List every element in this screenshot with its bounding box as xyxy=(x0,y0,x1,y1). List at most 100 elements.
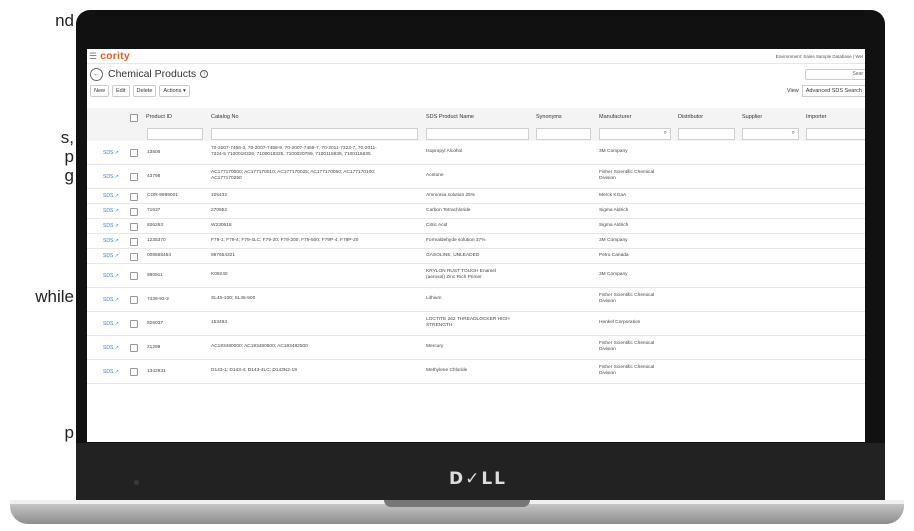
catalog-no-cell-line: AC193480000; AC193480500; AC193482500 xyxy=(211,344,308,350)
sds-link[interactable]: SDS ↗ xyxy=(103,208,119,214)
sds-link-label: SDS xyxy=(103,193,114,199)
column-header[interactable]: Catalog No xyxy=(211,114,239,120)
manufacturer-cell: Fisher Scientific Chemical Division xyxy=(599,170,679,183)
row-checkbox[interactable] xyxy=(130,344,138,352)
manufacturer-cell-line: Sigma Aldrich xyxy=(599,207,629,213)
external-link-icon: ↗ xyxy=(114,344,119,351)
sds-product-name-cell: Isopropyl Alcohol xyxy=(426,149,531,155)
filter-input[interactable] xyxy=(211,128,418,140)
new-button[interactable]: New xyxy=(90,85,110,97)
side-text-fragment: s, xyxy=(60,128,74,147)
sds-link[interactable]: SDS ↗ xyxy=(103,223,119,229)
manufacturer-cell: 3M Company xyxy=(599,149,679,155)
row-checkbox[interactable] xyxy=(130,272,138,280)
brand-logo[interactable]: cority xyxy=(100,50,130,62)
column-header[interactable]: Supplier xyxy=(742,114,762,120)
sds-link[interactable]: SDS ↗ xyxy=(103,174,119,180)
back-arrow-icon[interactable]: ← xyxy=(90,67,103,81)
search-icon[interactable]: ⌕ xyxy=(792,130,795,137)
product-id-cell: 71637 xyxy=(147,208,161,213)
filter-input[interactable] xyxy=(147,128,203,140)
table-row[interactable]: SDS ↗ COR-9999001 105432 Ammonia solution 2… xyxy=(87,189,865,204)
row-checkbox[interactable] xyxy=(130,173,138,181)
table-row[interactable]: SDS ↗ 826037 153483 LOCTITE 262 THREADLOCKE… xyxy=(87,312,865,336)
column-header[interactable]: SDS Product Name xyxy=(426,114,474,120)
column-header[interactable]: Importer xyxy=(806,114,826,120)
sds-link[interactable]: SDS ↗ xyxy=(103,253,119,259)
sds-link[interactable]: SDS ↗ xyxy=(103,238,119,244)
filter-input[interactable]: ⌕ xyxy=(742,128,799,140)
sds-link[interactable]: SDS ↗ xyxy=(103,150,119,156)
catalog-no-cell: 153483 xyxy=(211,320,423,326)
toolbar: New Edit Delete Actions ▾ View Advanced … xyxy=(87,84,865,98)
search-box[interactable]: Sear xyxy=(805,68,865,80)
product-id-cell: 1235370 xyxy=(147,238,166,243)
select-all-checkbox[interactable] xyxy=(130,114,138,122)
table-row[interactable]: SDS ↗ 13506 70-2007-7456-3, 70-2007-7458-9… xyxy=(87,141,865,165)
row-checkbox[interactable] xyxy=(130,252,138,261)
table-row[interactable]: SDS ↗ 43798 AC177170000; AC177170010; AC17… xyxy=(87,165,865,189)
sds-product-name-cell-line: Citric Acid xyxy=(426,222,448,228)
external-link-icon: ↗ xyxy=(114,320,119,327)
manufacturer-cell-line: Henkel Corporation xyxy=(599,320,641,326)
view-select[interactable]: Advanced SDS Search xyxy=(801,85,865,97)
sds-link[interactable]: SDS ↗ xyxy=(103,369,119,375)
external-link-icon: ↗ xyxy=(114,223,119,229)
sds-link[interactable]: SDS ↗ xyxy=(103,321,119,327)
row-checkbox[interactable] xyxy=(130,320,138,328)
view-label: View xyxy=(786,88,799,94)
filter-input[interactable]: ⌕ xyxy=(599,128,671,140)
sds-link[interactable]: SDS ↗ xyxy=(103,345,119,351)
column-header[interactable]: Product ID xyxy=(146,114,172,120)
side-text-fragment: nd xyxy=(55,11,74,30)
manufacturer-cell: Fisher Scientific Chemical Division xyxy=(599,365,679,378)
edit-button[interactable]: Edit xyxy=(112,85,130,97)
table-row[interactable]: SDS ↗ 1235370 F79-1; F79-4; F79-4LC; F79-2… xyxy=(87,234,865,249)
table-row[interactable]: SDS ↗ 008565454 987654321 GASOLINE, UNLEADE… xyxy=(87,249,865,264)
sds-link[interactable]: SDS ↗ xyxy=(103,273,119,279)
table-row[interactable]: SDS ↗ 980911 K09240 KRYLON RUST TOUGH Ename… xyxy=(87,264,865,288)
row-checkbox[interactable] xyxy=(130,222,138,231)
actions-dropdown[interactable]: Actions ▾ xyxy=(159,85,190,97)
table-row[interactable]: SDS ↗ 7439-93-2 SL45-100; SL45-500 Lithium F… xyxy=(87,288,865,312)
column-header[interactable]: Distributor xyxy=(678,114,703,120)
row-checkbox[interactable] xyxy=(130,237,138,246)
filter-input[interactable] xyxy=(536,128,591,140)
column-header[interactable]: Synonyms xyxy=(536,114,562,120)
filter-input[interactable] xyxy=(678,128,735,140)
hamburger-menu-icon[interactable]: ☰ xyxy=(87,51,100,62)
row-checkbox[interactable] xyxy=(130,207,138,216)
row-checkbox[interactable] xyxy=(130,296,138,304)
column-header[interactable]: Manufacturer xyxy=(599,114,631,120)
background-slide-text: nd s, p g while p xyxy=(0,0,74,531)
filter-input[interactable] xyxy=(806,128,865,140)
table-header: Product ID Catalog No SDS Product Name S… xyxy=(87,108,865,127)
sds-link-label: SDS xyxy=(103,368,114,375)
catalog-no-cell-line: 987654321 xyxy=(211,252,236,258)
filter-input[interactable] xyxy=(426,128,529,140)
manufacturer-cell-line: Division xyxy=(599,176,616,182)
table-row[interactable]: SDS ↗ 21299 AC193480000; AC193480500; AC19… xyxy=(87,336,865,360)
search-icon[interactable]: ⌕ xyxy=(664,130,667,137)
catalog-no-cell-line: F79-1; F79-4; F79-4LC; F79-20; F79-200; … xyxy=(211,237,359,243)
sds-product-name-cell: KRYLON RUST TOUGH Enamel (aerosol) Zinc R… xyxy=(426,269,531,282)
catalog-no-cell-line: SL45-100; SL45-500 xyxy=(211,296,256,302)
external-link-icon: ↗ xyxy=(114,272,119,279)
product-id-cell: 7439-93-2 xyxy=(147,296,169,302)
sds-product-name-cell-line: Formaldehyde solution 37% xyxy=(426,237,486,243)
row-checkbox[interactable] xyxy=(130,149,138,157)
info-icon[interactable]: i xyxy=(200,70,209,78)
row-checkbox[interactable] xyxy=(130,368,138,376)
sds-link[interactable]: SDS ↗ xyxy=(103,297,119,303)
row-checkbox[interactable] xyxy=(130,192,138,201)
sds-product-name-cell: Methylene Chloride xyxy=(426,368,531,374)
sds-link-label: SDS xyxy=(103,320,114,327)
table-row[interactable]: SDS ↗ 1342931 D143-1; D143-4; D143-4LC; D1… xyxy=(87,360,865,384)
sds-link-label: SDS xyxy=(103,149,114,156)
delete-button[interactable]: Delete xyxy=(132,85,157,97)
sds-link[interactable]: SDS ↗ xyxy=(103,193,119,199)
product-id-cell: 43798 xyxy=(147,173,161,179)
sds-product-name-cell: Lithium xyxy=(426,296,531,302)
table-row[interactable]: SDS ↗ 826263 W230618 Citric Acid Sigma Aldri… xyxy=(87,219,865,234)
table-row[interactable]: SDS ↗ 71637 270652 Carbon Tetrachloride Sigm… xyxy=(87,204,865,219)
